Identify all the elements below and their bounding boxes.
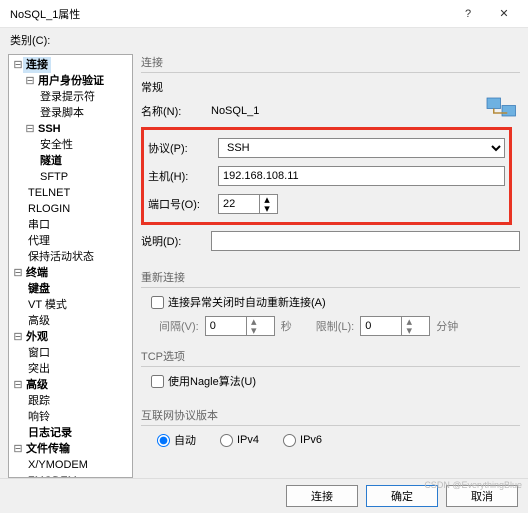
port-label: 端口号(O): bbox=[148, 196, 218, 212]
limit-label: 限制(L): bbox=[316, 318, 355, 334]
tree-file-transfer[interactable]: 文件传输 bbox=[23, 441, 73, 457]
interval-spinner[interactable]: ▴▾ bbox=[205, 316, 275, 336]
interval-label: 间隔(V): bbox=[159, 318, 199, 334]
spin-down-icon[interactable]: ▾ bbox=[247, 326, 261, 335]
spin-down-icon[interactable]: ▾ bbox=[402, 326, 416, 335]
reconnect-heading: 重新连接 bbox=[141, 269, 520, 285]
tree-highlight[interactable]: 突出 bbox=[25, 361, 53, 377]
limit-unit: 分钟 bbox=[436, 318, 458, 334]
tree-serial[interactable]: 串口 bbox=[25, 217, 53, 233]
protocol-select[interactable]: SSH bbox=[218, 138, 505, 158]
ipver-v4[interactable]: IPv4 bbox=[220, 432, 259, 448]
port-input[interactable] bbox=[219, 195, 259, 213]
reconnect-group: 重新连接 连接异常关闭时自动重新连接(A) 间隔(V): ▴▾ 秒 限制(L):… bbox=[141, 269, 520, 336]
protocol-label: 协议(P): bbox=[148, 140, 218, 156]
name-value: NoSQL_1 bbox=[211, 105, 484, 117]
name-label: 名称(N): bbox=[141, 103, 211, 119]
host-input[interactable] bbox=[218, 166, 505, 186]
connection-icon[interactable] bbox=[484, 92, 520, 131]
tree-tunnel[interactable]: 隧道 bbox=[37, 153, 65, 169]
auto-reconnect-checkbox[interactable] bbox=[151, 296, 164, 309]
tree-logging[interactable]: 日志记录 bbox=[25, 425, 75, 441]
tree-keyboard[interactable]: 键盘 bbox=[25, 281, 53, 297]
desc-input[interactable] bbox=[211, 231, 520, 251]
title-bar: NoSQL_1属性 ? ✕ bbox=[0, 0, 528, 28]
tree-appearance[interactable]: 外观 bbox=[23, 329, 51, 345]
tree-proxy[interactable]: 代理 bbox=[25, 233, 53, 249]
tree-window[interactable]: 窗口 bbox=[25, 345, 53, 361]
tree-advanced[interactable]: 高级 bbox=[25, 313, 53, 329]
tree-bell[interactable]: 响铃 bbox=[25, 409, 53, 425]
ipver-v6-radio[interactable] bbox=[283, 434, 296, 447]
tree-login-prompt[interactable]: 登录提示符 bbox=[37, 89, 98, 105]
tree-ssh[interactable]: SSH bbox=[35, 121, 64, 137]
interval-unit: 秒 bbox=[281, 318, 292, 334]
watermark: CSDN @EverythingBlue bbox=[424, 480, 522, 490]
tree-rlogin[interactable]: RLOGIN bbox=[25, 201, 73, 217]
window-title: NoSQL_1属性 bbox=[10, 6, 450, 22]
tree-sftp[interactable]: SFTP bbox=[37, 169, 71, 185]
tree-security[interactable]: 安全性 bbox=[37, 137, 76, 153]
nagle-checkbox[interactable] bbox=[151, 375, 164, 388]
tree-auth[interactable]: 用户身份验证 bbox=[35, 73, 107, 89]
connect-button[interactable]: 连接 bbox=[286, 485, 358, 507]
help-button[interactable]: ? bbox=[450, 1, 486, 27]
tree-login-script[interactable]: 登录脚本 bbox=[37, 105, 87, 121]
panel-title: 连接 bbox=[141, 57, 163, 69]
tree-xymodem[interactable]: X/YMODEM bbox=[25, 457, 91, 473]
category-tree[interactable]: ⊟连接 ⊟用户身份验证 登录提示符 登录脚本 ⊟SSH 安全性 隧道 SFTP bbox=[8, 54, 133, 478]
ipver-group: 互联网协议版本 自动 IPv4 IPv6 bbox=[141, 407, 520, 450]
ipver-v4-radio[interactable] bbox=[220, 434, 233, 447]
tree-tracking[interactable]: 跟踪 bbox=[25, 393, 53, 409]
general-heading: 常规 bbox=[141, 79, 520, 95]
auto-reconnect-label: 连接异常关闭时自动重新连接(A) bbox=[168, 294, 326, 310]
host-label: 主机(H): bbox=[148, 168, 218, 184]
tree-advanced2[interactable]: 高级 bbox=[23, 377, 51, 393]
ipver-v6[interactable]: IPv6 bbox=[283, 432, 322, 448]
desc-label: 说明(D): bbox=[141, 233, 211, 249]
category-label: 类别(C): bbox=[0, 28, 528, 48]
port-spinner[interactable]: ▴▾ bbox=[218, 194, 278, 214]
tree-terminal[interactable]: 终端 bbox=[23, 265, 51, 281]
nagle-label: 使用Nagle算法(U) bbox=[168, 373, 256, 389]
tree-vt-mode[interactable]: VT 模式 bbox=[25, 297, 70, 313]
tree-keepalive[interactable]: 保持活动状态 bbox=[25, 249, 97, 265]
highlighted-settings: 协议(P): SSH 主机(H): 端口号(O): ▴▾ bbox=[141, 127, 512, 225]
tcp-group: TCP选项 使用Nagle算法(U) bbox=[141, 348, 520, 395]
interval-input[interactable] bbox=[206, 317, 246, 335]
ipver-auto[interactable]: 自动 bbox=[157, 432, 196, 448]
close-button[interactable]: ✕ bbox=[486, 1, 522, 27]
right-panel: 连接 常规 名称(N): NoSQL_1 协议(P): SSH 主机(H): bbox=[141, 54, 520, 478]
tcp-heading: TCP选项 bbox=[141, 348, 520, 364]
ipver-auto-radio[interactable] bbox=[157, 434, 170, 447]
limit-spinner[interactable]: ▴▾ bbox=[360, 316, 430, 336]
spin-down-icon[interactable]: ▾ bbox=[260, 204, 274, 213]
general-group: 常规 名称(N): NoSQL_1 协议(P): SSH 主机(H): 端口 bbox=[141, 79, 520, 257]
tree-telnet[interactable]: TELNET bbox=[25, 185, 73, 201]
limit-input[interactable] bbox=[361, 317, 401, 335]
ipver-heading: 互联网协议版本 bbox=[141, 407, 520, 423]
tree-zmodem[interactable]: ZMODEM bbox=[25, 473, 80, 478]
tree-connection[interactable]: 连接 bbox=[23, 57, 51, 73]
